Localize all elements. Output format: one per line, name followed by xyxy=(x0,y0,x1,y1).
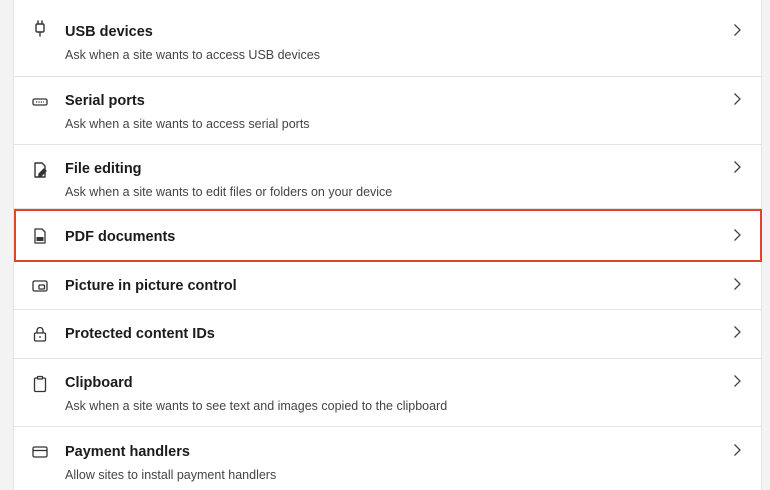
chevron-right-icon xyxy=(731,443,743,457)
chevron-right-icon xyxy=(731,325,743,339)
item-title: Protected content IDs xyxy=(65,326,215,342)
clipboard-icon xyxy=(30,374,50,394)
pdf-document-icon xyxy=(30,226,50,246)
site-permissions-panel: USB devices Ask when a site wants to acc… xyxy=(13,0,762,490)
item-description: Ask when a site wants to edit files or f… xyxy=(65,185,393,199)
item-title: PDF documents xyxy=(65,229,176,245)
settings-item-pdf-documents[interactable]: PDF documents xyxy=(14,209,761,262)
item-title: USB devices xyxy=(65,24,153,40)
chevron-right-icon xyxy=(731,374,743,388)
settings-item-usb-devices[interactable]: USB devices Ask when a site wants to acc… xyxy=(14,0,761,77)
usb-icon xyxy=(30,18,50,38)
item-title: File editing xyxy=(65,161,142,177)
chevron-right-icon xyxy=(731,160,743,174)
settings-item-payment-handlers[interactable]: Payment handlers Allow sites to install … xyxy=(14,427,761,490)
settings-item-file-editing[interactable]: File editing Ask when a site wants to ed… xyxy=(14,145,761,209)
item-title: Clipboard xyxy=(65,375,133,391)
credit-card-icon xyxy=(30,442,50,462)
picture-in-picture-icon xyxy=(30,276,50,296)
item-description: Ask when a site wants to access USB devi… xyxy=(65,48,320,62)
chevron-right-icon xyxy=(731,92,743,106)
item-description: Allow sites to install payment handlers xyxy=(65,468,277,482)
chevron-right-icon xyxy=(731,23,743,37)
item-description: Ask when a site wants to access serial p… xyxy=(65,117,310,131)
settings-item-picture-in-picture[interactable]: Picture in picture control xyxy=(14,262,761,310)
settings-item-serial-ports[interactable]: Serial ports Ask when a site wants to ac… xyxy=(14,77,761,145)
chevron-right-icon xyxy=(731,228,743,242)
settings-item-clipboard[interactable]: Clipboard Ask when a site wants to see t… xyxy=(14,359,761,427)
item-title: Payment handlers xyxy=(65,444,190,460)
item-title: Serial ports xyxy=(65,93,145,109)
item-title: Picture in picture control xyxy=(65,278,237,294)
settings-item-protected-content-ids[interactable]: Protected content IDs xyxy=(14,310,761,359)
item-description: Ask when a site wants to see text and im… xyxy=(65,399,448,413)
lock-icon xyxy=(30,324,50,344)
serial-port-icon xyxy=(30,92,50,112)
chevron-right-icon xyxy=(731,277,743,291)
file-edit-icon xyxy=(30,160,50,180)
